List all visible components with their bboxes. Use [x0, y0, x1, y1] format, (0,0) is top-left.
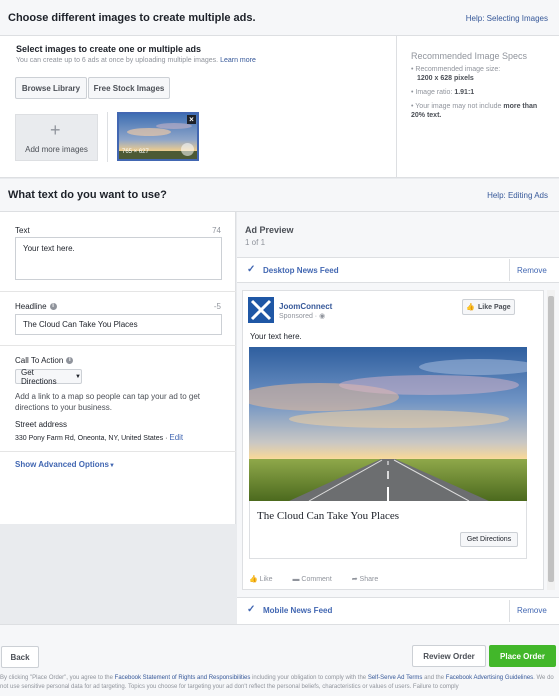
ad-headline: The Cloud Can Take You Places	[257, 510, 400, 522]
thumbs-up-icon: 👍	[249, 576, 258, 583]
ad-preview-panel: Ad Preview 1 of 1 ✓ Desktop News Feed Re…	[237, 212, 559, 624]
divider	[0, 345, 236, 346]
info-icon[interactable]: i	[49, 303, 57, 311]
checkmark-icon: ✓	[247, 604, 256, 615]
divider	[107, 112, 108, 162]
ad-link-area[interactable]: The Cloud Can Take You Places Get Direct…	[249, 501, 527, 559]
checkmark-icon: ✓	[247, 264, 256, 275]
share-action[interactable]: ➦ Share	[352, 576, 379, 583]
chevron-down-icon: ▼	[108, 463, 115, 469]
ad-text-form: Text 74 Your text here. Headline i -5 The…	[0, 212, 236, 524]
post-text: Your text here.	[250, 332, 302, 341]
text-input[interactable]: Your text here.	[15, 237, 222, 280]
post-actions: 👍 Like ▬ Comment ➦ Share	[249, 575, 378, 583]
thumbs-up-icon: 👍	[466, 304, 476, 311]
selected-image-thumbnail[interactable]: 765 × 627 ×	[117, 112, 199, 161]
page-avatar	[248, 297, 274, 323]
images-section-title: Choose different images to create multip…	[8, 12, 256, 24]
remove-desktop-link[interactable]: Remove	[517, 266, 547, 275]
headline-field-label: Headline i	[15, 302, 57, 311]
text-section-header: What text do you want to use? Help: Edit…	[0, 179, 559, 212]
footer: Back Review Order Place Order By clickin…	[0, 624, 559, 696]
like-page-button[interactable]: 👍 Like Page	[462, 299, 515, 315]
chevron-down-icon: ▼	[75, 373, 81, 380]
close-icon[interactable]: ×	[187, 115, 196, 124]
headline-input[interactable]: The Cloud Can Take You Places	[15, 314, 222, 335]
edit-address-link[interactable]: Edit	[169, 433, 183, 442]
ad-preview-title: Ad Preview	[245, 225, 294, 235]
comment-action[interactable]: ▬ Comment	[292, 576, 331, 583]
select-images-subtext: You can create up to 6 ads at once by up…	[16, 57, 256, 64]
share-icon: ➦	[351, 576, 358, 583]
desktop-ad-card: JoomConnect Sponsored · ◉ 👍 Like Page You…	[242, 290, 544, 590]
plus-icon: +	[50, 120, 61, 140]
page-name[interactable]: JoomConnect	[279, 302, 332, 311]
free-stock-images-button[interactable]: Free Stock Images	[88, 77, 170, 99]
divider	[0, 451, 236, 452]
specs-list: • Recommended image size: 1200 x 628 pix…	[411, 66, 538, 119]
specs-title: Recommended Image Specs	[411, 51, 528, 61]
advertising-guidelines-link[interactable]: Facebook Advertising Guidelines	[446, 675, 533, 681]
info-icon[interactable]: i	[66, 357, 74, 365]
preview-pager: 1 of 1	[245, 238, 266, 247]
browse-library-button[interactable]: Browse Library	[15, 77, 87, 99]
cta-description: Add a link to a map so people can tap yo…	[15, 392, 201, 412]
images-panel: Select images to create one or multiple …	[0, 36, 559, 178]
headline-char-count: -5	[213, 302, 221, 311]
desktop-news-feed-label: Desktop News Feed	[263, 266, 339, 275]
images-section-header: Choose different images to create multip…	[0, 0, 559, 36]
divider	[0, 291, 236, 292]
help-selecting-images-link[interactable]: Help: Selecting Images	[466, 14, 548, 23]
cta-label: Call To Action i	[15, 356, 74, 365]
learn-more-link[interactable]: Learn more	[220, 57, 256, 64]
statement-of-rights-link[interactable]: Facebook Statement of Rights and Respons…	[115, 675, 251, 681]
globe-icon: ◉	[319, 313, 326, 320]
desktop-news-feed-row[interactable]: ✓ Desktop News Feed Remove	[237, 257, 559, 283]
remove-mobile-link[interactable]: Remove	[517, 606, 547, 615]
divider	[509, 600, 510, 622]
divider	[509, 259, 510, 281]
street-address-value: 330 Pony Farm Rd, Oneonta, NY, United St…	[15, 433, 184, 442]
self-serve-ad-terms-link[interactable]: Self-Serve Ad Terms	[368, 675, 423, 681]
like-action[interactable]: 👍 Like	[249, 576, 273, 583]
preview-scrollbar[interactable]	[547, 290, 555, 590]
comment-icon: ▬	[292, 576, 300, 583]
street-address-label: Street address	[15, 420, 68, 429]
add-more-images-label: Add more images	[25, 145, 88, 154]
sponsored-label: Sponsored · ◉	[279, 313, 326, 320]
get-directions-cta-button[interactable]: Get Directions	[460, 532, 518, 547]
add-more-images-tile[interactable]: + Add more images	[15, 114, 98, 161]
crop-icon[interactable]	[181, 143, 194, 156]
thumbnail-size-label: 765 × 627	[122, 149, 149, 155]
show-advanced-options-link[interactable]: Show Advanced Options▼	[15, 460, 115, 469]
scrollbar-thumb[interactable]	[548, 296, 554, 582]
select-images-heading: Select images to create one or multiple …	[16, 44, 202, 54]
legal-text: By clicking "Place Order", you agree to …	[0, 675, 554, 690]
mobile-news-feed-row[interactable]: ✓ Mobile News Feed Remove	[237, 597, 559, 624]
place-order-button[interactable]: Place Order	[489, 645, 556, 667]
ad-image[interactable]	[249, 347, 527, 501]
review-order-button[interactable]: Review Order	[412, 645, 486, 667]
text-field-label: Text	[15, 226, 30, 235]
help-editing-ads-link[interactable]: Help: Editing Ads	[487, 191, 548, 200]
back-button[interactable]: Back	[1, 646, 39, 668]
image-specs-panel: Recommended Image Specs • Recommended im…	[396, 36, 559, 177]
cta-dropdown[interactable]: Get Directions ▼	[15, 368, 82, 386]
mobile-news-feed-label: Mobile News Feed	[263, 606, 333, 615]
text-section-title: What text do you want to use?	[8, 189, 167, 201]
text-char-count: 74	[212, 226, 221, 235]
